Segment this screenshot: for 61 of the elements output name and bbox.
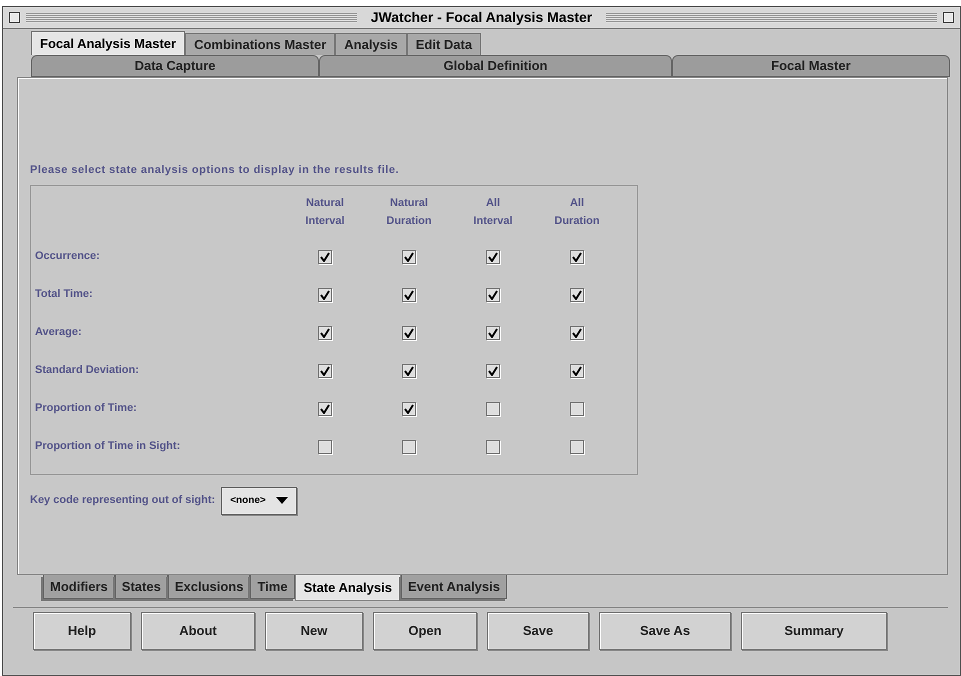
instruction-text: Please select state analysis options to display in the results file. — [30, 163, 400, 178]
checkbox[interactable] — [570, 326, 584, 340]
checkbox[interactable] — [402, 288, 416, 302]
button[interactable]: About — [141, 612, 255, 650]
column-header: All Interval — [472, 196, 514, 228]
close-box-icon[interactable] — [9, 12, 20, 23]
checkbox[interactable] — [486, 326, 500, 340]
checkbox[interactable] — [570, 250, 584, 264]
column-header: Natural Interval — [304, 196, 346, 228]
key-code-dropdown[interactable]: <none> — [221, 486, 297, 514]
row-label: Proportion of Time in Sight: — [34, 439, 182, 454]
tab[interactable]: Time — [250, 575, 295, 599]
tab[interactable]: Event Analysis — [400, 575, 507, 599]
checkbox[interactable] — [318, 402, 332, 416]
checkbox[interactable] — [486, 288, 500, 302]
caret-icon — [276, 497, 288, 504]
tab[interactable]: State Analysis — [294, 575, 401, 601]
column-header: Natural Duration — [385, 196, 433, 228]
checkbox[interactable] — [570, 440, 584, 454]
checkbox[interactable] — [570, 402, 584, 416]
checkbox[interactable] — [402, 440, 416, 454]
row-label: Proportion of Time: — [34, 401, 138, 416]
tab[interactable]: Edit Data — [406, 33, 482, 55]
tab[interactable]: Global Definition — [319, 55, 672, 77]
window-title: JWatcher - Focal Analysis Master — [370, 8, 594, 27]
checkbox[interactable] — [486, 440, 500, 454]
tab[interactable]: Analysis — [335, 33, 407, 55]
tab[interactable]: States — [114, 575, 168, 599]
checkbox[interactable] — [402, 326, 416, 340]
row-label: Average: — [34, 325, 83, 340]
tab[interactable]: Modifiers — [43, 575, 115, 599]
checkbox[interactable] — [318, 288, 332, 302]
button[interactable]: Help — [33, 612, 131, 650]
tab[interactable]: Exclusions — [168, 575, 250, 599]
checkbox[interactable] — [402, 364, 416, 378]
button[interactable]: Open — [373, 612, 477, 650]
tab[interactable]: Focal Master — [672, 55, 950, 77]
checkbox[interactable] — [402, 250, 416, 264]
checkbox[interactable] — [570, 364, 584, 378]
key-code-label: Key code representing out of sight: — [30, 493, 216, 508]
checkbox[interactable] — [486, 364, 500, 378]
checkbox[interactable] — [570, 288, 584, 302]
row-label: Total Time: — [34, 287, 94, 302]
checkbox[interactable] — [318, 364, 332, 378]
checkbox[interactable] — [486, 402, 500, 416]
checkbox[interactable] — [318, 250, 332, 264]
button[interactable]: Save As — [599, 612, 731, 650]
row-label: Standard Deviation: — [34, 363, 140, 378]
zoom-box-icon[interactable] — [943, 12, 954, 23]
tab[interactable]: Combinations Master — [185, 33, 336, 55]
tab[interactable]: Data Capture — [31, 55, 320, 77]
checkbox[interactable] — [318, 326, 332, 340]
column-header: All Duration — [553, 196, 601, 228]
button[interactable]: New — [265, 612, 363, 650]
checkbox[interactable] — [318, 440, 332, 454]
checkbox[interactable] — [402, 402, 416, 416]
tab[interactable]: Focal Analysis Master — [31, 31, 186, 55]
button[interactable]: Summary — [741, 612, 887, 650]
checkbox[interactable] — [486, 250, 500, 264]
row-label: Occurrence: — [34, 249, 101, 264]
button[interactable]: Save — [487, 612, 589, 650]
